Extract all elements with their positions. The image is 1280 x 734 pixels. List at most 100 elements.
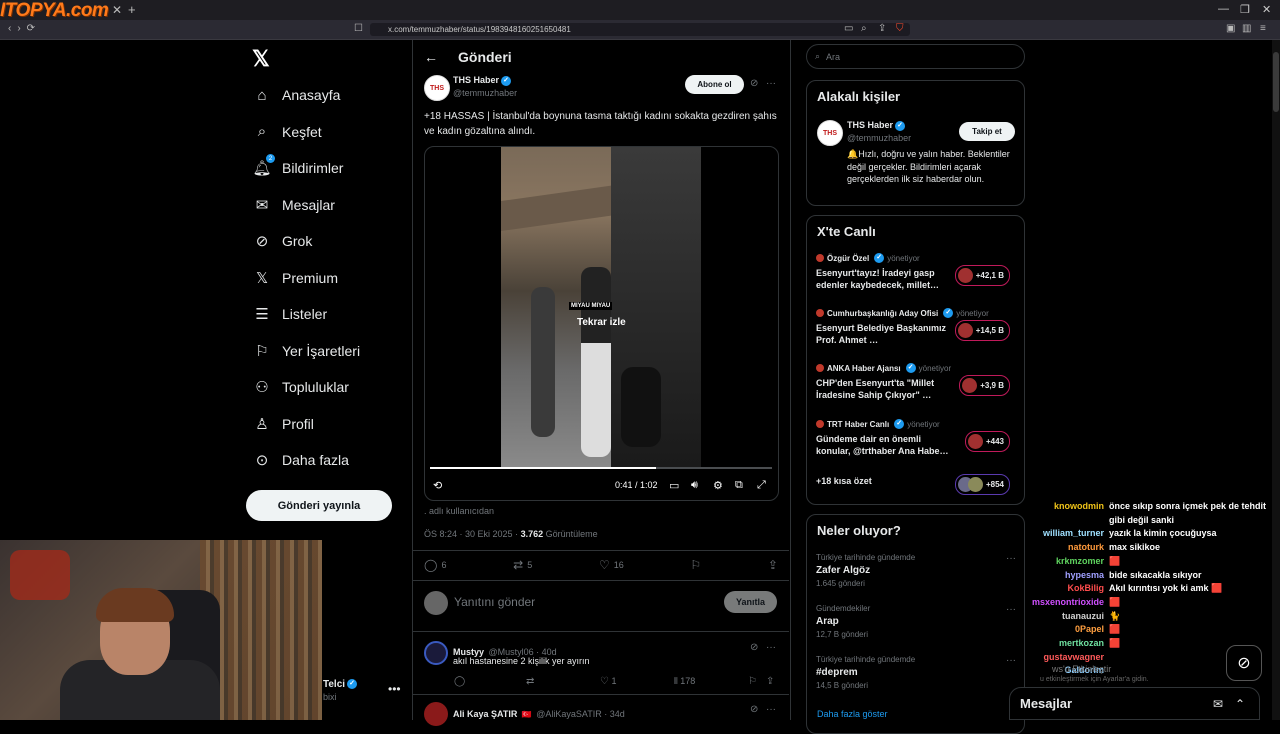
timestamp[interactable]: ÖS 8:24 · 30 Eki 2025 · [424,529,521,539]
comment-author[interactable]: Ali Kaya ŞATIR [453,709,517,719]
comment-like[interactable]: ♡ 1 [600,676,617,687]
list-icon: ☰ [255,306,269,324]
pip-icon[interactable]: ⧉ [735,479,743,492]
share-action[interactable]: ⇪ [768,558,778,572]
chat-username[interactable] [1022,514,1109,528]
chat-username[interactable]: natoturk [1022,541,1109,555]
comment-reply-icon[interactable]: ◯ [454,676,465,687]
video-progress-bar[interactable] [430,467,772,469]
chat-username[interactable]: KokBilig [1022,582,1109,596]
chat-username[interactable]: krkmzomer [1022,555,1109,569]
messages-drawer[interactable]: Mesajlar ✉ ⌃ [1009,687,1260,720]
more-dots-icon[interactable]: ··· [766,642,776,653]
bookmark-icon: ⚐ [255,342,269,360]
show-more-link[interactable]: Daha fazla göster [817,709,888,719]
reply-button[interactable]: Yanıtla [724,591,777,613]
author-handle[interactable]: @temmuzhaber [453,88,517,98]
video-player[interactable]: MIYAU MIYAU Tekrar izle ⟲ 0:41 / 1:02 ▭ … [424,146,779,501]
follow-button[interactable]: Takip et [959,122,1015,141]
replay-label[interactable]: Tekrar izle [577,317,626,328]
grok-icon[interactable]: ⊘ [750,78,758,89]
replay-icon[interactable]: ⟲ [433,479,442,492]
address-bar[interactable]: x.com/temmuzhaber/status/198394816025165… [370,23,910,36]
search-input[interactable]: ⌕ Ara [806,44,1025,69]
volume-icon[interactable]: 🔊︎ [691,479,698,492]
trend-item[interactable]: Türkiye tarihinde gündemde #deprem 14,5 … [816,655,1016,690]
live-more-item[interactable]: +18 kısa özet +854 [816,474,1016,495]
zoom-icon[interactable]: ⌕ [861,23,867,34]
comment-retweet-icon[interactable]: ⇄ [526,676,534,687]
related-name[interactable]: THS Haber ✓ [847,120,906,131]
comment-avatar[interactable] [424,702,448,726]
subscribe-button[interactable]: Abone ol [685,75,744,94]
live-item[interactable]: TRT Haber Canlı ✓ yönetiyor Gündeme dair e… [816,419,1016,457]
bookmark-icon[interactable]: ⚐ [748,676,757,687]
wallet-icon[interactable]: ▣ [1226,23,1235,34]
browser-nav-icons[interactable]: ‹›⟳ [8,23,41,34]
more-dots-icon[interactable]: ··· [1006,655,1016,666]
more-dots-icon[interactable]: ··· [766,704,776,715]
more-dots-icon[interactable]: ··· [1006,553,1016,564]
new-tab-icon[interactable]: + [128,2,136,17]
live-item[interactable]: ANKA Haber Ajansı ✓ yönetiyor CHP'den Esen… [816,363,1016,401]
grok-fab-icon[interactable]: ⊘ [1226,645,1262,681]
captions-icon[interactable]: ▭ [669,479,679,492]
chat-username[interactable]: hypesma [1022,569,1109,583]
comment-avatar[interactable] [424,641,448,665]
window-close-icon[interactable]: ✕ [1262,3,1271,16]
chat-username[interactable]: gustavwagner [1022,651,1109,665]
settings-icon[interactable]: ⚙ [713,479,723,492]
chat-line: william_turner yazık la kimin çocuğuysa [1022,527,1280,541]
share-icon[interactable]: ⇪ [766,676,774,687]
trend-item[interactable]: Türkiye tarihinde gündemde Zafer Algöz 1… [816,553,1016,588]
bookmark-action[interactable]: ⚐ [690,558,701,572]
fullscreen-icon[interactable]: ⤢ [757,479,766,492]
host-avatar [816,309,824,317]
minimize-icon[interactable]: — [1218,3,1229,15]
nav-label: Keşfet [282,123,322,140]
chat-username[interactable]: william_turner [1022,527,1109,541]
sidebar-icon[interactable]: ▥ [1242,23,1251,34]
author-name[interactable]: THS Haber ✓ [453,75,512,86]
reply-input[interactable]: Yanıtını gönder [454,595,535,609]
close-tab-icon[interactable]: ✕ [112,3,122,17]
scroll-thumb[interactable] [1273,52,1279,112]
from-user[interactable]: . adlı kullanıcıdan [424,506,494,516]
author-avatar[interactable]: THS [424,75,450,101]
chat-username[interactable]: mertkozan [1022,637,1109,651]
trend-category: Gündemdekiler [816,604,871,613]
chat-username[interactable]: tuanauzui [1022,610,1109,624]
more-dots-icon[interactable]: ··· [1006,604,1016,615]
menu-icon[interactable]: ≡ [1260,23,1266,34]
more-dots-icon[interactable]: ••• [388,682,401,696]
live-item[interactable]: Özgür Özel ✓ yönetiyor Esenyurt'tayız! İra… [816,253,1016,291]
chat-username[interactable]: 0Papel [1022,623,1109,637]
reply-action[interactable]: ◯ 6 [424,558,446,572]
chat-message: önce sıkıp sonra içmek pek de tehdit [1109,501,1267,511]
host-role: yönetiyor [956,308,989,318]
x-logo-icon[interactable]: 𝕏 [252,46,270,72]
like-action[interactable]: ♡ 16 [599,558,624,572]
new-message-icon[interactable]: ✉ [1213,697,1223,711]
bookmark-page-icon[interactable]: ☐ [354,23,363,34]
related-avatar[interactable]: THS [817,120,843,146]
retweet-action[interactable]: ⇄ 5 [513,558,532,572]
maximize-icon[interactable]: ❐ [1240,3,1250,16]
trend-item[interactable]: Gündemdekiler Arap 12,7 B gönderi ··· [816,604,1016,639]
brave-shield-icon[interactable]: ⛉ [896,23,904,34]
comment-views[interactable]: ⫴ 178 [674,676,695,687]
expand-icon[interactable]: ⌃ [1235,697,1245,711]
live-item[interactable]: Cumhurbaşkanlığı Aday Ofisi ✓ yönetiyor Es… [816,308,1016,346]
more-dots-icon[interactable]: ··· [766,78,776,89]
share-icon[interactable]: ⇪ [878,23,886,34]
chat-line: 0Papel 🟥 [1022,623,1280,637]
back-arrow-icon[interactable]: ← [424,49,438,65]
post-button[interactable]: Gönderi yayınla [246,490,392,521]
reader-icon[interactable]: ▭ [844,23,853,34]
grok-icon[interactable]: ⊘ [750,704,758,715]
chat-username[interactable]: knowodmin [1022,500,1109,514]
host-role: yönetiyor [907,419,940,429]
account-switcher[interactable]: Telci ✓ [323,679,358,690]
chat-username[interactable]: msxenontrioxide [1022,596,1109,610]
grok-icon[interactable]: ⊘ [750,642,758,653]
